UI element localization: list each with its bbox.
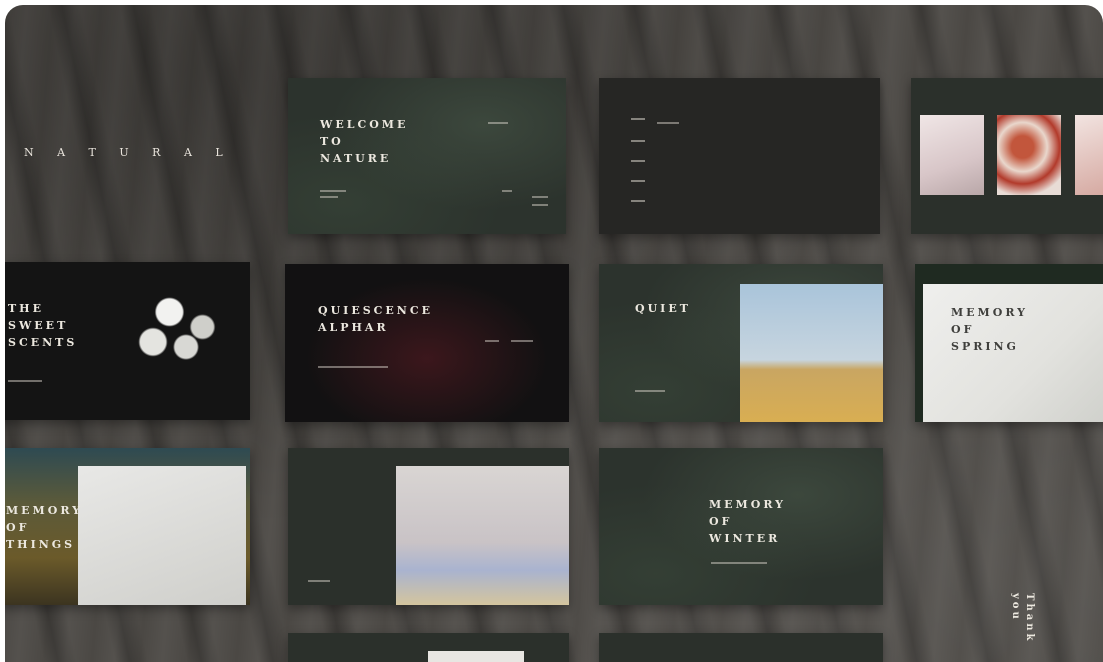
preview-canvas: N A T U R A L WELCOME TO NATURE THE SWEE… bbox=[5, 5, 1103, 662]
slide-sweet-scents[interactable]: THE SWEET SCENTS bbox=[5, 262, 250, 420]
slide-spring[interactable]: MEMORY OF SPRING bbox=[915, 264, 1103, 422]
slide-welcome-title: WELCOME TO NATURE bbox=[320, 118, 409, 165]
gallery-photo-2 bbox=[997, 115, 1061, 195]
caption-line bbox=[657, 122, 679, 124]
caption-line bbox=[711, 562, 767, 564]
slide-quiescence[interactable]: QUIESCENCE ALPHAR bbox=[285, 264, 569, 422]
caption-line bbox=[511, 340, 533, 342]
slide-contents[interactable] bbox=[599, 78, 880, 234]
menu-line bbox=[631, 140, 645, 142]
menu-line bbox=[631, 160, 645, 162]
slide-row4-right[interactable] bbox=[599, 633, 883, 662]
gallery-photo-3 bbox=[1075, 115, 1103, 195]
caption-line bbox=[635, 390, 665, 392]
memory-photo bbox=[78, 466, 246, 605]
caption-line bbox=[532, 204, 548, 206]
slide-quiet[interactable]: QUIET bbox=[599, 264, 883, 422]
menu-line bbox=[631, 200, 645, 202]
caption-line bbox=[320, 196, 338, 198]
slide-memory-center-title: MEMORY OF WINTER bbox=[709, 498, 786, 545]
slide-sweet-title: THE SWEET SCENTS bbox=[8, 302, 78, 349]
giraffe-photo bbox=[740, 284, 883, 422]
slide-row4-left[interactable] bbox=[288, 633, 569, 662]
slide-gallery[interactable] bbox=[911, 78, 1103, 234]
slide-welcome[interactable]: WELCOME TO NATURE bbox=[288, 78, 566, 234]
brand-name: N A T U R A L bbox=[24, 146, 233, 159]
caption-line bbox=[308, 580, 330, 582]
slide-memory-left-title: MEMORY OF THINGS bbox=[6, 504, 83, 551]
row4-photo bbox=[428, 651, 524, 662]
caption-line bbox=[318, 366, 388, 368]
caption-line bbox=[485, 340, 499, 342]
slide-wardrobe[interactable] bbox=[288, 448, 569, 605]
wardrobe-photo bbox=[396, 466, 569, 605]
menu-line bbox=[631, 180, 645, 182]
gallery-photo-1 bbox=[920, 115, 984, 195]
caption-line bbox=[488, 122, 508, 124]
caption-line bbox=[8, 380, 42, 382]
slide-memory-winter[interactable]: MEMORY OF WINTER bbox=[599, 448, 883, 605]
caption-line bbox=[502, 190, 512, 192]
slide-quiet-title: QUIET bbox=[635, 302, 691, 315]
slide-quote-title: QUIESCENCE ALPHAR bbox=[318, 304, 433, 334]
flower-photo bbox=[120, 282, 230, 382]
caption-line bbox=[532, 196, 548, 198]
thanks-text: Thank you bbox=[1010, 593, 1035, 644]
slide-spring-title: MEMORY OF SPRING bbox=[951, 306, 1028, 353]
slide-memory-things[interactable]: MEMORY OF THINGS bbox=[5, 448, 250, 605]
menu-line bbox=[631, 118, 645, 120]
caption-line bbox=[320, 190, 346, 192]
